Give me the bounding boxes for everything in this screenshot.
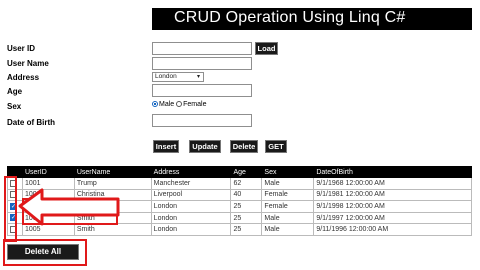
sex-radio-group: Male Female [152, 101, 206, 108]
address-label: Address [7, 73, 40, 82]
cell-address: Liverpool [150, 188, 232, 202]
cell-dob: 9/11/1996 12:00:00 AM [313, 223, 472, 236]
get-button[interactable]: GET [265, 140, 287, 153]
column-header[interactable]: Age [230, 166, 263, 178]
cell-user-name: Smith [73, 223, 152, 236]
cell-user-id: 1005 [21, 223, 75, 236]
page-title: CRUD Operation Using Linq C# [174, 9, 406, 26]
cell-age: 25 [230, 211, 263, 225]
delete-button[interactable]: Delete [230, 140, 258, 153]
cell-dob: 9/1/1968 12:00:00 AM [313, 177, 472, 190]
dob-label: Date of Birth [7, 118, 55, 127]
cell-age: 25 [230, 200, 263, 213]
cell-address: London [150, 211, 232, 225]
column-header[interactable]: Sex [261, 166, 315, 178]
checkbox-column-highlight [4, 176, 17, 242]
cell-sex: Male [261, 223, 315, 236]
column-header[interactable]: DateOfBirth [313, 166, 472, 178]
cell-user-id: 1001 [21, 177, 75, 190]
cell-dob: 9/1/1997 12:00:00 AM [313, 211, 472, 225]
sex-male-radio[interactable] [152, 101, 158, 108]
insert-button[interactable]: Insert [153, 140, 179, 153]
user-name-input[interactable] [152, 57, 252, 70]
column-header[interactable]: UserID [21, 166, 75, 178]
table-row: 1001 Trump Manchester 62 Male 9/1/1968 1… [7, 177, 472, 190]
sex-female-radio[interactable] [176, 101, 183, 108]
sex-label: Sex [7, 102, 22, 111]
cell-dob: 9/1/1981 12:00:00 AM [313, 188, 472, 202]
user-id-label: User ID [7, 44, 36, 53]
cell-address: London [150, 200, 232, 213]
table-row: 1005 Smith London 25 Male 9/11/1996 12:0… [7, 223, 472, 236]
age-label: Age [7, 87, 23, 96]
age-input[interactable] [152, 84, 252, 97]
selected-rows-highlight [22, 198, 118, 225]
address-selected-value: London [155, 73, 177, 80]
update-button[interactable]: Update [189, 140, 221, 153]
cell-dob: 9/1/1998 12:00:00 AM [313, 200, 472, 213]
cell-address: Manchester [150, 177, 232, 190]
cell-age: 40 [230, 188, 263, 202]
load-button[interactable]: Load [255, 42, 278, 55]
column-header[interactable]: UserName [73, 166, 152, 178]
sex-male-label: Male [159, 101, 175, 108]
grid-header-row: UserID UserName Address Age Sex DateOfBi… [7, 166, 472, 178]
cell-sex: Female [261, 188, 315, 202]
cell-user-name: Trump [73, 177, 152, 190]
dob-input[interactable] [152, 114, 252, 127]
cell-age: 62 [230, 177, 263, 190]
user-name-label: User Name [7, 59, 49, 68]
column-header[interactable]: Address [150, 166, 232, 178]
address-select[interactable]: London ▾ [152, 72, 204, 82]
cell-sex: Female [261, 200, 315, 213]
cell-sex: Male [261, 177, 315, 190]
cell-sex: Male [261, 211, 315, 225]
cell-address: London [150, 223, 232, 236]
chevron-down-icon: ▾ [196, 74, 200, 80]
sex-female-label: Female [183, 101, 207, 108]
cell-age: 25 [230, 223, 263, 236]
user-id-input[interactable] [152, 42, 252, 55]
delete-all-highlight [3, 239, 87, 266]
